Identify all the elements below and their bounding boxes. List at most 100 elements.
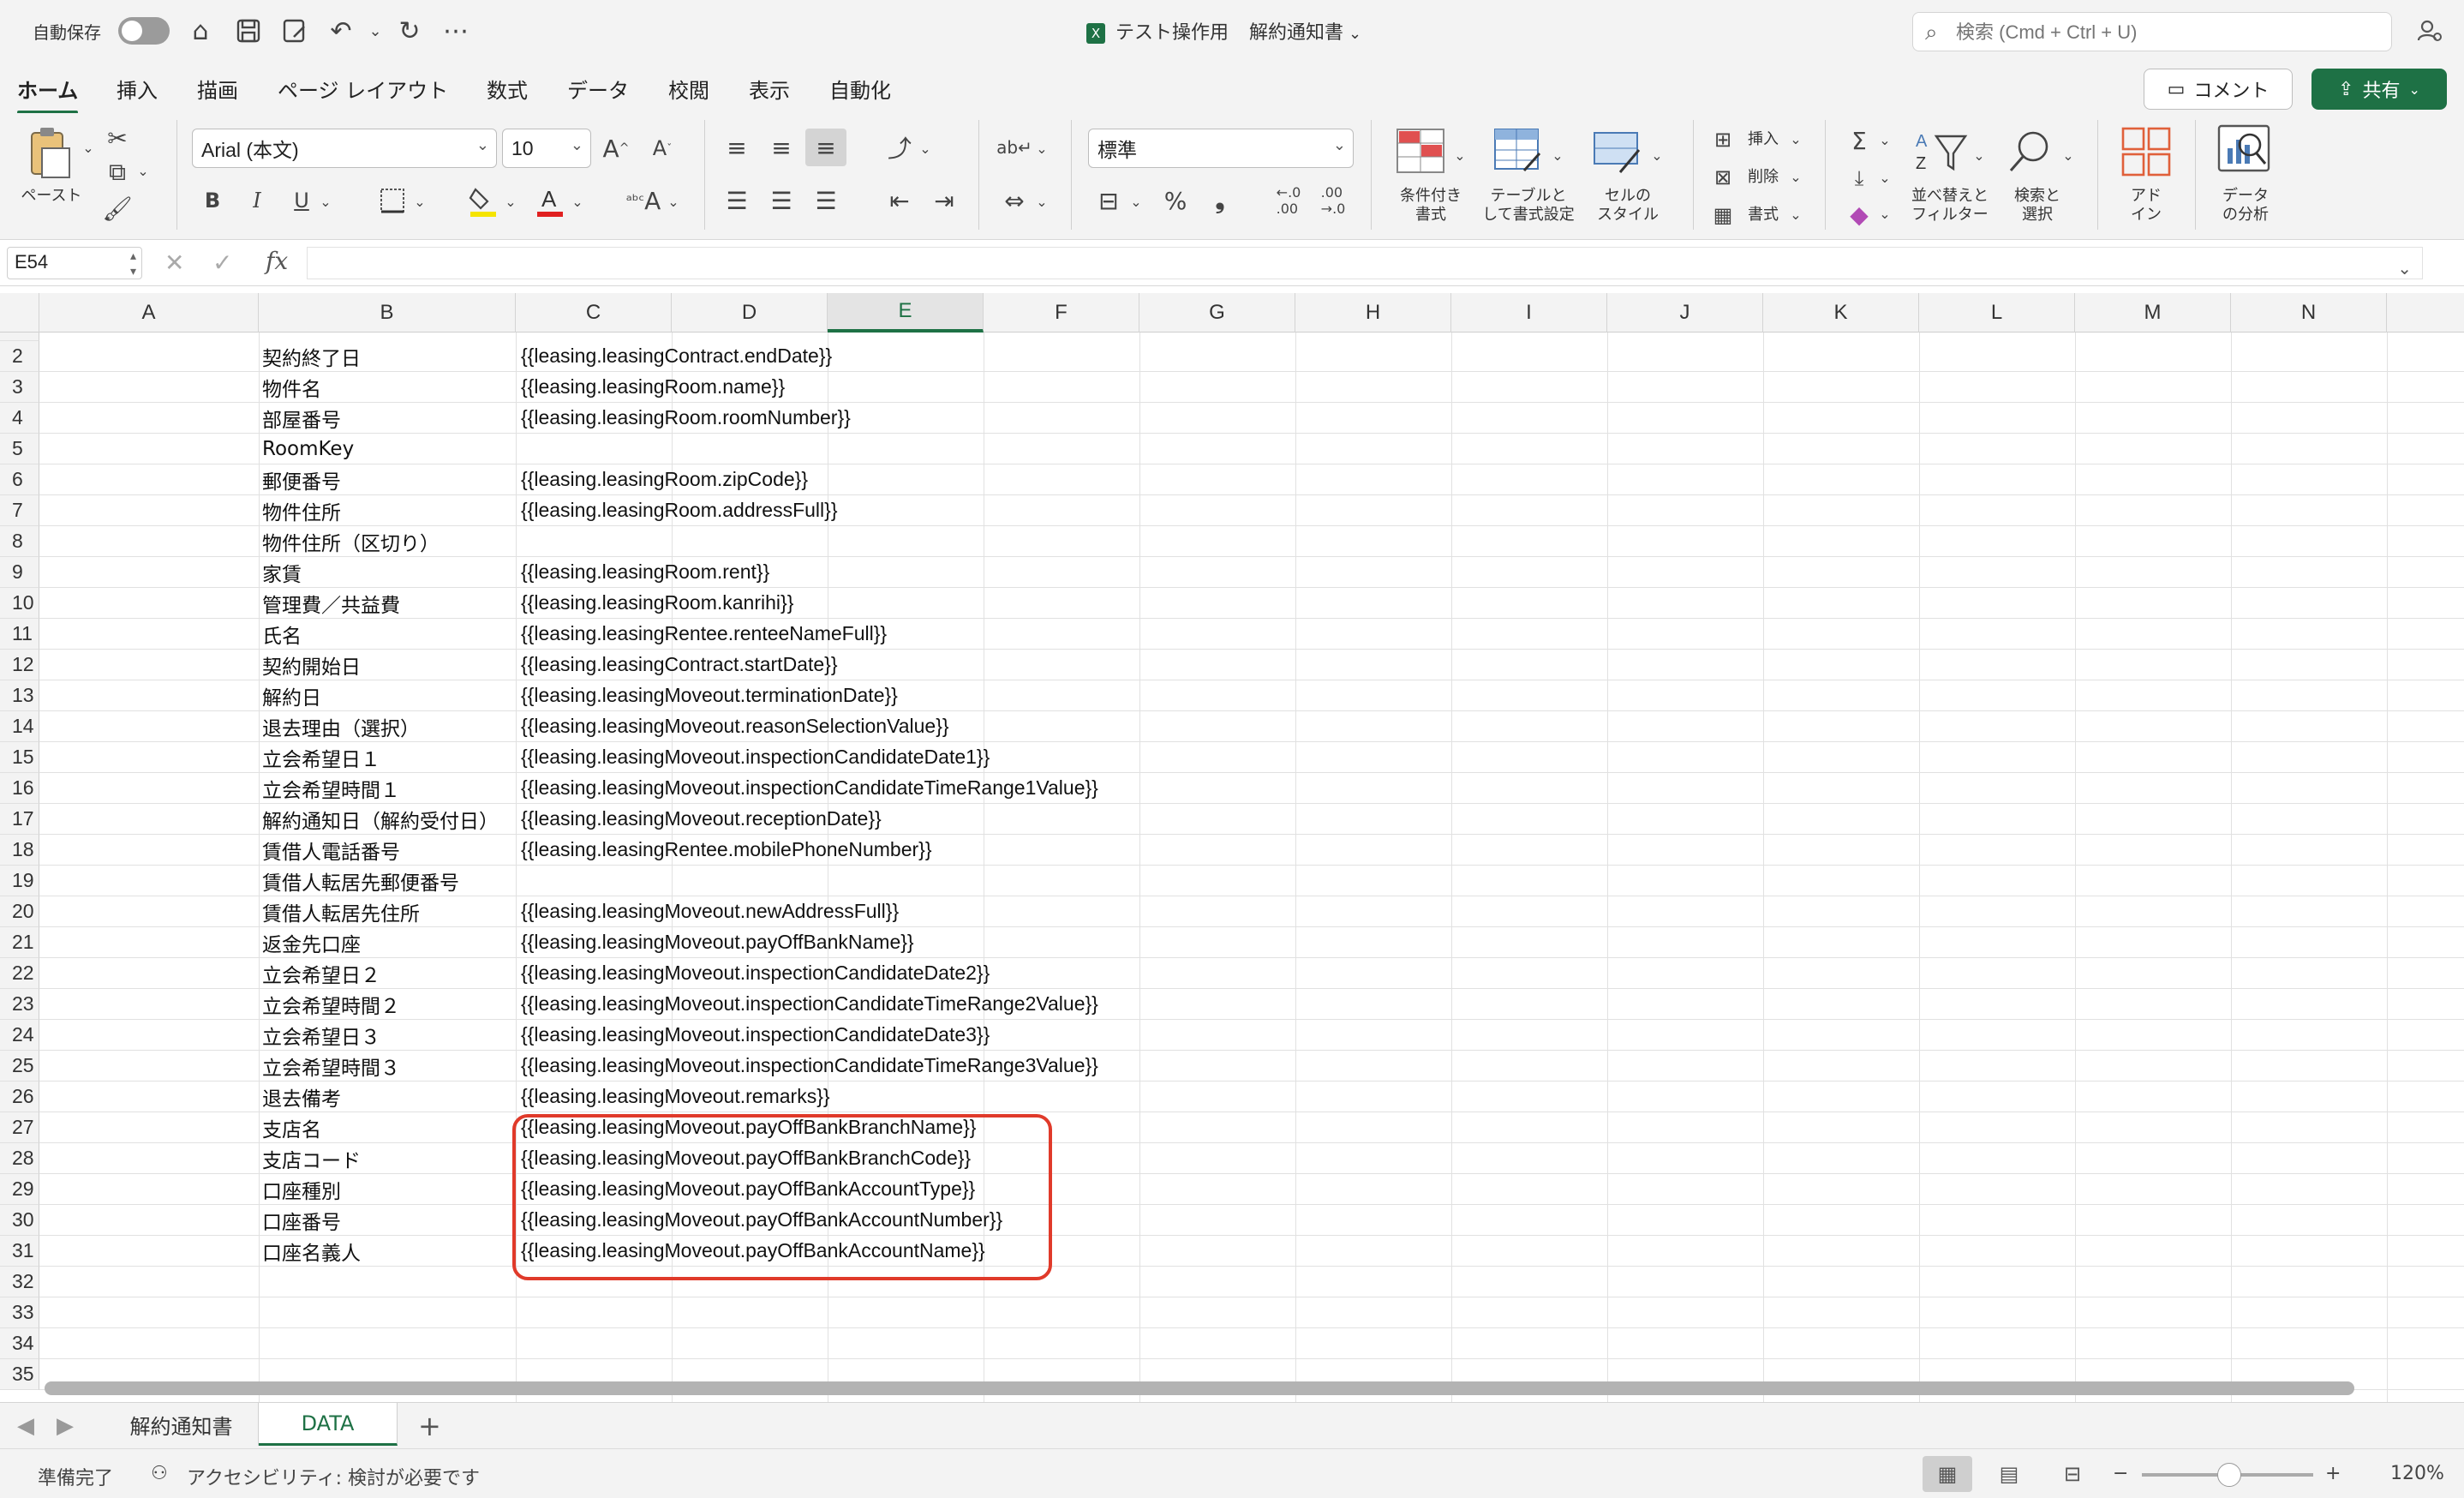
orientation-dropdown-icon[interactable]: ⌄ xyxy=(917,135,934,161)
tab-home[interactable]: ホーム xyxy=(17,74,79,114)
cell-b[interactable]: 解約日 xyxy=(262,680,321,710)
sheet-tab-notice[interactable]: 解約通知書 xyxy=(105,1403,259,1446)
format-as-table-icon[interactable] xyxy=(1491,125,1546,177)
cell-c[interactable]: {{leasing.leasingMoveout.reasonSelection… xyxy=(521,711,949,741)
cell-b[interactable]: 立会希望日３ xyxy=(262,1020,380,1050)
delete-label[interactable]: 削除 xyxy=(1748,168,1779,187)
column-header-l[interactable]: L xyxy=(1919,293,2075,333)
number-format-select[interactable]: 標準 ⌄ xyxy=(1088,129,1354,168)
row-header[interactable]: 19 xyxy=(0,866,39,896)
insert-cells-icon[interactable]: ⊞ xyxy=(1708,125,1737,154)
cell-c[interactable]: {{leasing.leasingRoom.addressFull}} xyxy=(521,495,838,525)
accounting-dropdown-icon[interactable]: ⌄ xyxy=(1127,189,1145,214)
cell-b[interactable]: 立会希望日２ xyxy=(262,958,380,988)
align-right-icon[interactable]: ☰ xyxy=(809,183,843,218)
comma-style-icon[interactable]: ❟ xyxy=(1203,183,1237,218)
cell-c[interactable]: {{leasing.leasingRentee.mobilePhoneNumbe… xyxy=(521,835,932,865)
increase-indent-icon[interactable]: ⇥ xyxy=(927,183,961,218)
cell-c[interactable]: {{leasing.leasingRentee.renteeNameFull}} xyxy=(521,619,887,649)
row-header[interactable]: 10 xyxy=(0,588,39,619)
find-select-dropdown-icon[interactable]: ⌄ xyxy=(2060,142,2077,168)
cell-c[interactable]: {{leasing.leasingContract.startDate}} xyxy=(521,650,838,680)
page-layout-view-icon[interactable]: ▤ xyxy=(1984,1456,2034,1492)
insert-label[interactable]: 挿入 xyxy=(1748,130,1779,149)
autosum-icon[interactable]: Σ xyxy=(1842,125,1876,156)
row-header[interactable]: 14 xyxy=(0,711,39,742)
tab-view[interactable]: 表示 xyxy=(749,74,790,104)
border-icon[interactable] xyxy=(375,183,410,218)
format-dropdown-icon[interactable]: ⌄ xyxy=(1787,204,1804,225)
analyze-data-icon[interactable] xyxy=(2214,122,2274,180)
format-painter-icon[interactable]: 🖌 xyxy=(102,194,133,223)
align-center-icon[interactable]: ☰ xyxy=(764,183,798,218)
insert-function-icon[interactable]: fx xyxy=(266,247,288,275)
row-header[interactable]: 12 xyxy=(0,650,39,680)
column-header-f[interactable]: F xyxy=(984,293,1139,333)
cell-c[interactable]: {{leasing.leasingMoveout.inspectionCandi… xyxy=(521,1051,1098,1081)
cell-b[interactable]: 契約開始日 xyxy=(262,650,361,680)
name-box-stepper-icon[interactable]: ▴ ▾ xyxy=(130,248,136,279)
name-box[interactable]: E54 ▴ ▾ xyxy=(7,247,142,279)
search-input[interactable] xyxy=(1956,20,2376,45)
clear-icon[interactable]: ◆ xyxy=(1842,199,1876,230)
row-header[interactable]: 34 xyxy=(0,1328,39,1359)
tab-draw[interactable]: 描画 xyxy=(197,74,238,104)
row-header[interactable]: 9 xyxy=(0,557,39,588)
row-header[interactable]: 35 xyxy=(0,1359,39,1390)
redo-icon[interactable]: ↻ xyxy=(392,14,427,48)
font-color-dropdown-icon[interactable]: ⌄ xyxy=(569,189,586,214)
tab-insert[interactable]: 挿入 xyxy=(117,74,158,104)
row-header[interactable]: 17 xyxy=(0,804,39,835)
conditional-format-dropdown-icon[interactable]: ⌄ xyxy=(1451,142,1468,168)
increase-font-icon[interactable]: A ^ xyxy=(598,130,634,166)
cell-c[interactable]: {{leasing.leasingMoveout.inspectionCandi… xyxy=(521,1020,990,1050)
horizontal-scrollbar[interactable] xyxy=(45,1381,2354,1395)
column-header-c[interactable]: C xyxy=(516,293,672,333)
merge-center-icon[interactable]: ⇔ xyxy=(996,183,1033,218)
column-header-b[interactable]: B xyxy=(259,293,516,333)
cell-c[interactable]: {{leasing.leasingMoveout.payOffBankName}… xyxy=(521,927,914,957)
delete-dropdown-icon[interactable]: ⌄ xyxy=(1787,166,1804,187)
add-sheet-icon[interactable]: + xyxy=(418,1410,441,1442)
cell-b[interactable]: 物件名 xyxy=(262,372,321,402)
increase-decimal-icon[interactable]: ←.0.00 xyxy=(1270,183,1307,218)
cell-b[interactable]: 支店コード xyxy=(262,1143,361,1173)
row-header[interactable]: 24 xyxy=(0,1020,39,1051)
phonetic-icon[interactable]: ᵃᵇᶜ A xyxy=(620,182,667,219)
align-top-icon[interactable]: ≡ xyxy=(720,130,754,165)
orientation-icon[interactable]: ⤴ xyxy=(882,130,917,165)
home-icon[interactable]: ⌂ xyxy=(183,14,218,48)
row-header[interactable]: 23 xyxy=(0,989,39,1020)
fill-color-dropdown-icon[interactable]: ⌄ xyxy=(502,189,519,214)
row-header[interactable]: 8 xyxy=(0,526,39,557)
cell-b[interactable]: 管理費／共益費 xyxy=(262,588,400,618)
copy-icon[interactable]: ⧉ xyxy=(103,158,132,187)
formula-input[interactable]: ⌄ xyxy=(307,247,2423,279)
cell-c[interactable]: {{leasing.leasingRoom.kanrihi}} xyxy=(521,588,793,618)
cell-b[interactable]: 氏名 xyxy=(262,619,302,649)
zoom-out-icon[interactable]: − xyxy=(2113,1463,2128,1484)
phonetic-dropdown-icon[interactable]: ⌄ xyxy=(665,189,682,214)
underline-dropdown-icon[interactable]: ⌄ xyxy=(317,189,334,214)
row-header[interactable]: 11 xyxy=(0,619,39,650)
person-settings-icon[interactable] xyxy=(2413,14,2447,48)
cell-b[interactable]: 立会希望日１ xyxy=(262,742,380,772)
cell-b[interactable]: 解約通知日（解約受付日） xyxy=(262,804,499,834)
decrease-indent-icon[interactable]: ⇤ xyxy=(882,183,917,218)
tab-page-layout[interactable]: ページ レイアウト xyxy=(278,74,448,104)
cancel-entry-icon[interactable]: ✕ xyxy=(164,249,184,277)
row-header[interactable]: 33 xyxy=(0,1297,39,1328)
cell-b[interactable]: 立会希望時間１ xyxy=(262,773,400,803)
copy-dropdown-icon[interactable]: ⌄ xyxy=(134,161,153,180)
underline-icon[interactable]: U xyxy=(286,183,317,218)
worksheet-grid[interactable]: A B C D E F G H I J K L M N 2 契約終了日 {{leas… xyxy=(0,293,2464,1402)
column-header-h[interactable]: H xyxy=(1295,293,1451,333)
cell-b[interactable]: 郵便番号 xyxy=(262,464,341,494)
confirm-entry-icon[interactable]: ✓ xyxy=(212,249,232,277)
row-header[interactable]: 28 xyxy=(0,1143,39,1174)
row-header[interactable]: 4 xyxy=(0,403,39,434)
cell-c[interactable]: {{leasing.leasingMoveout.inspectionCandi… xyxy=(521,989,1098,1019)
row-header[interactable]: 30 xyxy=(0,1205,39,1236)
column-header-a[interactable]: A xyxy=(39,293,259,333)
cell-styles-icon[interactable] xyxy=(1590,125,1645,177)
